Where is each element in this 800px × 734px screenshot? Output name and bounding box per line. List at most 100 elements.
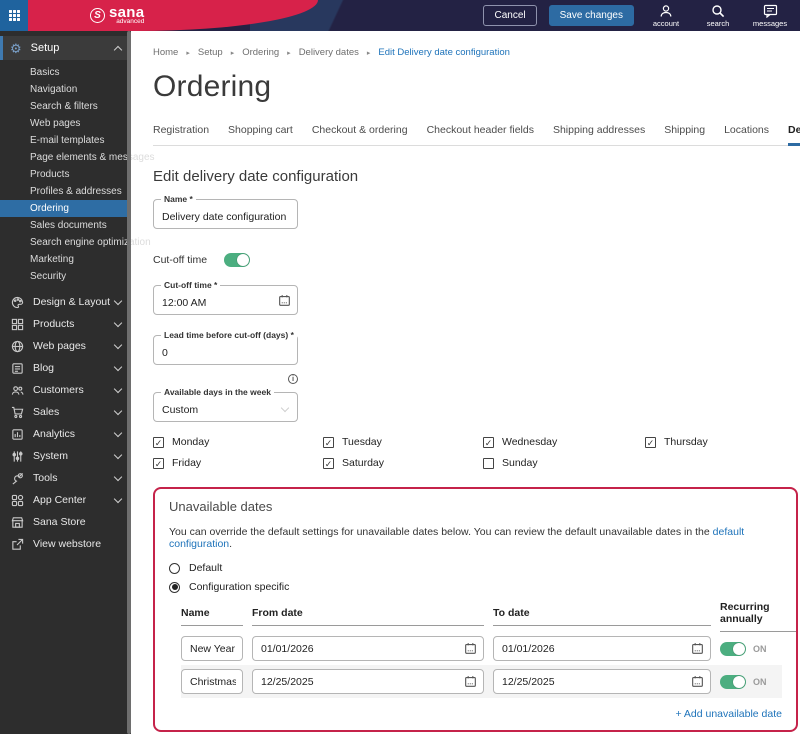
sidebar: ⚙ Setup Basics Navigation Search & filte… — [0, 31, 155, 734]
to-date-input[interactable] — [494, 670, 710, 693]
breadcrumb-separator: ▸ — [366, 49, 371, 57]
tab-shopping-cart[interactable]: Shopping cart — [228, 120, 293, 146]
sidebar-item-webpages[interactable]: Web pages — [0, 335, 131, 357]
recurring-toggle[interactable] — [720, 674, 746, 689]
sidebar-item-view-webstore[interactable]: View webstore — [0, 533, 131, 555]
tab-shipping-addresses[interactable]: Shipping addresses — [553, 120, 645, 146]
tab-shipping[interactable]: Shipping — [664, 120, 705, 146]
sidebar-item-app-center[interactable]: App Center — [0, 489, 131, 511]
checkbox-box: ✓ — [323, 457, 334, 469]
sidebar-item-ordering[interactable]: Ordering — [0, 200, 131, 217]
breadcrumb-separator: ▸ — [186, 49, 190, 57]
palette-icon — [10, 295, 24, 309]
sidebar-item-products-sub[interactable]: Products — [0, 166, 131, 183]
sidebar-item-blog[interactable]: Blog — [0, 357, 131, 379]
tab-checkout-header-fields[interactable]: Checkout header fields — [427, 120, 534, 146]
sidebar-item-products[interactable]: Products — [0, 313, 131, 335]
breadcrumb-separator: ▸ — [230, 49, 235, 57]
breadcrumb-ordering[interactable]: Ordering — [242, 47, 279, 58]
breadcrumb: Home ▸ Setup ▸ Ordering ▸ Delivery dates… — [153, 47, 800, 58]
row-name-input[interactable] — [182, 637, 242, 660]
tab-checkout-ordering[interactable]: Checkout & ordering — [312, 120, 408, 146]
checkbox-sunday[interactable]: Sunday — [483, 457, 645, 469]
sidebar-item-search-filters[interactable]: Search & filters — [0, 98, 131, 115]
sidebar-item-tools[interactable]: Tools — [0, 467, 131, 489]
add-unavailable-date-link[interactable]: + Add unavailable date — [675, 708, 782, 720]
account-button[interactable]: account — [646, 4, 686, 28]
available-days-select[interactable]: Available days in the week — [153, 387, 298, 422]
sidebar-item-design-layout[interactable]: Design & Layout — [0, 291, 131, 313]
sidebar-item-navigation[interactable]: Navigation — [0, 81, 131, 98]
breadcrumb-delivery-dates[interactable]: Delivery dates — [299, 47, 359, 58]
to-date-input[interactable] — [494, 637, 710, 660]
checkbox-thursday[interactable]: ✓ Thursday — [645, 436, 795, 448]
tab-registration[interactable]: Registration — [153, 120, 209, 146]
app-launcher-button[interactable] — [0, 0, 28, 31]
chevron-up-icon — [113, 45, 123, 54]
calendar-icon[interactable] — [691, 675, 704, 688]
from-date-input[interactable] — [253, 670, 483, 693]
chevron-down-icon — [113, 494, 123, 504]
unavailable-dates-table: Name From date To date Recurring annuall… — [181, 601, 796, 720]
weekday-checkboxes: ✓ Monday ✓ Tuesday ✓ Wednesday ✓ Thursday ✓ F… — [153, 436, 800, 469]
sidebar-scrollbar[interactable] — [127, 31, 131, 734]
checkbox-monday[interactable]: ✓ Monday — [153, 436, 323, 448]
checkbox-saturday[interactable]: ✓ Saturday — [323, 457, 483, 469]
save-changes-button[interactable]: Save changes — [548, 5, 634, 26]
breadcrumb-home[interactable]: Home — [153, 47, 178, 58]
sidebar-item-setup[interactable]: ⚙ Setup — [0, 36, 131, 60]
calendar-icon[interactable] — [464, 642, 477, 655]
row-name-input[interactable] — [182, 670, 242, 693]
calendar-icon[interactable] — [691, 642, 704, 655]
checkbox-tuesday[interactable]: ✓ Tuesday — [323, 436, 483, 448]
tab-bar: Registration Shopping cart Checkout & or… — [153, 120, 800, 146]
sidebar-item-marketing[interactable]: Marketing — [0, 251, 131, 268]
calendar-icon[interactable] — [278, 294, 291, 307]
checkbox-friday[interactable]: ✓ Friday — [153, 457, 323, 469]
sidebar-item-security[interactable]: Security — [0, 268, 131, 285]
sidebar-item-analytics[interactable]: Analytics — [0, 423, 131, 445]
edit-config-form: Edit delivery date configuration Name * … — [153, 168, 800, 469]
messages-button[interactable]: messages — [750, 4, 790, 28]
sidebar-item-web-pages[interactable]: Web pages — [0, 115, 131, 132]
sidebar-item-seo[interactable]: Search engine optimization — [0, 234, 151, 251]
col-header-to: To date — [493, 607, 711, 626]
store-icon — [10, 515, 24, 529]
name-input[interactable] — [154, 200, 297, 228]
bar-chart-icon — [10, 427, 24, 441]
sidebar-item-email-templates[interactable]: E-mail templates — [0, 132, 131, 149]
messages-icon — [763, 4, 777, 18]
checkbox-wednesday[interactable]: ✓ Wednesday — [483, 436, 645, 448]
sidebar-item-page-elements[interactable]: Page elements & messages — [0, 149, 155, 166]
people-icon — [10, 383, 24, 397]
days-select-value[interactable] — [154, 393, 297, 421]
recurring-toggle[interactable] — [720, 641, 746, 656]
row-name-field — [181, 636, 243, 661]
cutoff-time-input[interactable] — [154, 286, 297, 314]
sidebar-item-sales[interactable]: Sales — [0, 401, 131, 423]
tab-delivery-dates[interactable]: Delivery dates — [788, 120, 800, 146]
lead-time-input[interactable] — [154, 336, 297, 364]
sidebar-item-sana-store[interactable]: Sana Store — [0, 511, 131, 533]
sidebar-item-profiles-addresses[interactable]: Profiles & addresses — [0, 183, 131, 200]
sidebar-item-sales-documents[interactable]: Sales documents — [0, 217, 131, 234]
row-from-date-field — [252, 636, 484, 661]
from-date-input[interactable] — [253, 637, 483, 660]
breadcrumb-setup[interactable]: Setup — [198, 47, 223, 58]
sidebar-item-system[interactable]: System — [0, 445, 131, 467]
radio-configuration-specific[interactable]: Configuration specific — [169, 581, 782, 593]
cutoff-time-toggle[interactable] — [224, 253, 250, 267]
gear-icon: ⚙ — [10, 40, 22, 56]
info-icon[interactable]: i — [288, 373, 298, 384]
recurring-cell: ON — [720, 641, 796, 656]
search-button[interactable]: search — [698, 4, 738, 28]
sidebar-item-customers[interactable]: Customers — [0, 379, 131, 401]
calendar-icon[interactable] — [464, 675, 477, 688]
cancel-button[interactable]: Cancel — [483, 5, 537, 26]
cutoff-toggle-label: Cut-off time — [153, 254, 208, 266]
radio-default[interactable]: Default — [169, 562, 782, 574]
days-select-label: Available days in the week — [161, 387, 274, 397]
sidebar-item-basics[interactable]: Basics — [0, 64, 131, 81]
tab-locations[interactable]: Locations — [724, 120, 769, 146]
cutoff-time-field: Cut-off time * — [153, 280, 298, 315]
